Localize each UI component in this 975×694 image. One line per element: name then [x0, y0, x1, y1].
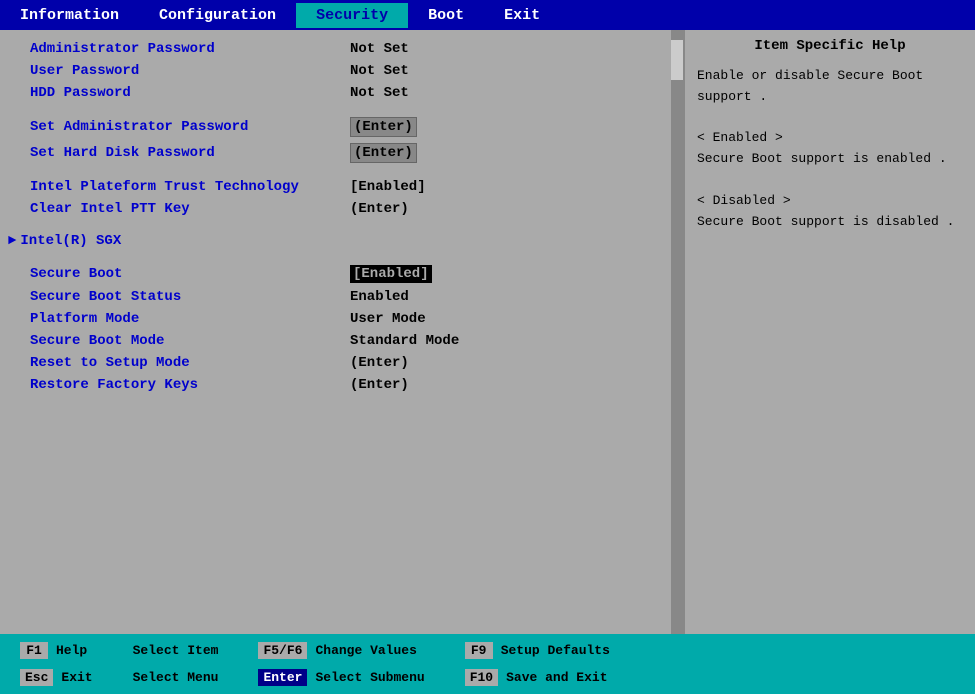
f10-key: F10 [465, 669, 498, 686]
spacer-2 [0, 166, 683, 176]
spacer-1 [0, 104, 683, 114]
menu-bar: Information Configuration Security Boot … [0, 0, 975, 30]
row-hdd-password[interactable]: HDD Password Not Set [0, 82, 683, 104]
menu-item-boot[interactable]: Boot [408, 3, 484, 28]
status-f10: F10 Save and Exit [457, 667, 618, 688]
row-user-password[interactable]: User Password Not Set [0, 60, 683, 82]
row-clear-intel-ptt[interactable]: Clear Intel PTT Key (Enter) [0, 198, 683, 220]
f5f6-key: F5/F6 [258, 642, 307, 659]
status-f5f6: F5/F6 Change Values [250, 640, 432, 661]
row-reset-setup-mode[interactable]: Reset to Setup Mode (Enter) [0, 352, 683, 374]
f9-key: F9 [465, 642, 493, 659]
status-bar: F1 Help Esc Exit Select Item Select Menu… [0, 634, 975, 694]
status-select-item: Select Item [125, 641, 227, 660]
scrollbar[interactable] [671, 30, 683, 634]
f10-label: Save and Exit [506, 670, 607, 685]
f1-label: Help [56, 643, 87, 658]
status-col-4: F9 Setup Defaults F10 Save and Exit [445, 634, 630, 694]
row-secure-boot-status[interactable]: Secure Boot Status Enabled [0, 286, 683, 308]
menu-item-exit[interactable]: Exit [484, 3, 560, 28]
row-set-hdd-password[interactable]: Set Hard Disk Password (Enter) [0, 140, 683, 166]
status-enter: Enter Select Submenu [250, 667, 432, 688]
row-secure-boot[interactable]: Secure Boot [Enabled] [0, 262, 683, 286]
enter-label: Select Submenu [315, 670, 424, 685]
menu-item-configuration[interactable]: Configuration [139, 3, 296, 28]
select-menu-label: Select Menu [133, 670, 219, 685]
row-secure-boot-mode[interactable]: Secure Boot Mode Standard Mode [0, 330, 683, 352]
enter-key: Enter [258, 669, 307, 686]
help-text: Enable or disable Secure Boot support . … [697, 66, 963, 232]
row-set-admin-password[interactable]: Set Administrator Password (Enter) [0, 114, 683, 140]
status-esc: Esc Exit [12, 667, 101, 688]
left-panel: Administrator Password Not Set User Pass… [0, 30, 685, 634]
esc-label: Exit [61, 670, 92, 685]
esc-key: Esc [20, 669, 53, 686]
f9-label: Setup Defaults [501, 643, 610, 658]
row-platform-mode[interactable]: Platform Mode User Mode [0, 308, 683, 330]
status-col-3: F5/F6 Change Values Enter Select Submenu [238, 634, 444, 694]
arrow-icon: ► [8, 233, 16, 249]
spacer-3 [0, 220, 683, 230]
row-administrator-password[interactable]: Administrator Password Not Set [0, 38, 683, 60]
f1-key: F1 [20, 642, 48, 659]
row-intel-sgx[interactable]: ► Intel(R) SGX [0, 230, 683, 252]
status-select-menu: Select Menu [125, 668, 227, 687]
spacer-4 [0, 252, 683, 262]
select-item-label: Select Item [133, 643, 219, 658]
row-intel-ptt[interactable]: Intel Plateform Trust Technology [Enable… [0, 176, 683, 198]
status-col-1: F1 Help Esc Exit [0, 634, 113, 694]
menu-item-security[interactable]: Security [296, 3, 408, 28]
status-f1: F1 Help [12, 640, 101, 661]
status-col-2: Select Item Select Menu [113, 634, 239, 694]
f5f6-label: Change Values [315, 643, 416, 658]
main-content: Administrator Password Not Set User Pass… [0, 30, 975, 634]
menu-item-information[interactable]: Information [0, 3, 139, 28]
scroll-thumb[interactable] [671, 40, 683, 80]
help-title: Item Specific Help [697, 38, 963, 54]
right-panel: Item Specific Help Enable or disable Sec… [685, 30, 975, 634]
row-restore-factory-keys[interactable]: Restore Factory Keys (Enter) [0, 374, 683, 396]
status-f9: F9 Setup Defaults [457, 640, 618, 661]
